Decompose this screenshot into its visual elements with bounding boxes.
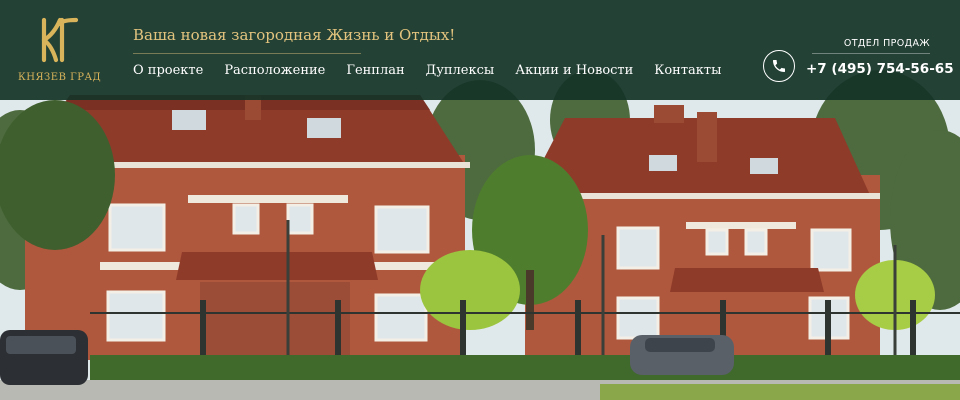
- nav-location[interactable]: Расположение: [224, 63, 325, 78]
- brand-logo[interactable]: КНЯЗЕВ ГРАД: [18, 12, 102, 90]
- phone-icon: [773, 60, 785, 72]
- main-nav: О проекте Расположение Генплан Дуплексы …: [133, 63, 721, 78]
- call-button[interactable]: [763, 50, 795, 82]
- tagline: Ваша новая загородная Жизнь и Отдых!: [133, 26, 456, 44]
- brand-name: КНЯЗЕВ ГРАД: [18, 72, 102, 83]
- phone-number-link[interactable]: +7 (495) 754-56-65: [806, 61, 954, 77]
- nav-duplexes[interactable]: Дуплексы: [426, 63, 495, 78]
- nav-about[interactable]: О проекте: [133, 63, 203, 78]
- sales-divider: [812, 53, 930, 54]
- nav-site-plan[interactable]: Генплан: [346, 63, 404, 78]
- sales-department-label: ОТДЕЛ ПРОДАЖ: [843, 38, 930, 49]
- nav-contacts[interactable]: Контакты: [654, 63, 721, 78]
- nav-promos-news[interactable]: Акции и Новости: [515, 63, 633, 78]
- tagline-divider: [133, 53, 361, 54]
- site-header: КНЯЗЕВ ГРАД Ваша новая загородная Жизнь …: [0, 0, 960, 100]
- monogram-logo-icon: [41, 17, 79, 63]
